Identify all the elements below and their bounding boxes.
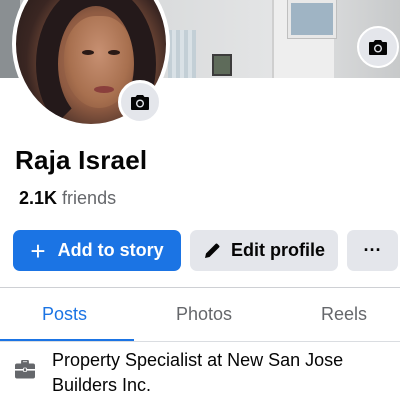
add-to-story-button[interactable]: + Add to story	[13, 230, 181, 271]
add-to-story-label: Add to story	[57, 240, 164, 260]
plus-icon: +	[30, 235, 46, 266]
more-options-button[interactable]: ···	[347, 230, 398, 271]
avatar-camera-button[interactable]	[118, 80, 162, 124]
section-divider	[0, 287, 400, 288]
edit-profile-label: Edit profile	[231, 240, 325, 260]
avatar-lips	[94, 86, 114, 93]
tab-photos[interactable]: Photos	[176, 304, 232, 325]
friends-count[interactable]: 2.1K friends	[19, 188, 116, 209]
cover-painting	[288, 0, 336, 38]
avatar-eye-right	[108, 50, 120, 55]
camera-icon	[131, 94, 149, 110]
friends-number: 2.1K	[19, 188, 58, 208]
cover-camera-button[interactable]	[357, 26, 399, 68]
camera-icon	[369, 39, 387, 55]
briefcase-icon	[14, 359, 36, 380]
tabs-divider	[0, 341, 400, 342]
cover-curtain	[168, 30, 196, 78]
profile-name: Raja Israel	[15, 145, 148, 175]
pencil-icon	[203, 242, 221, 260]
tab-reels[interactable]: Reels	[321, 304, 367, 325]
friends-label: friends	[62, 188, 117, 208]
work-info: Property Specialist at New San Jose Buil…	[52, 350, 344, 395]
edit-profile-button[interactable]: Edit profile	[190, 230, 338, 271]
avatar-eye-left	[82, 50, 94, 55]
tab-posts[interactable]: Posts	[42, 304, 87, 325]
cover-small-frame	[212, 54, 232, 76]
more-options-label: ···	[363, 240, 382, 260]
